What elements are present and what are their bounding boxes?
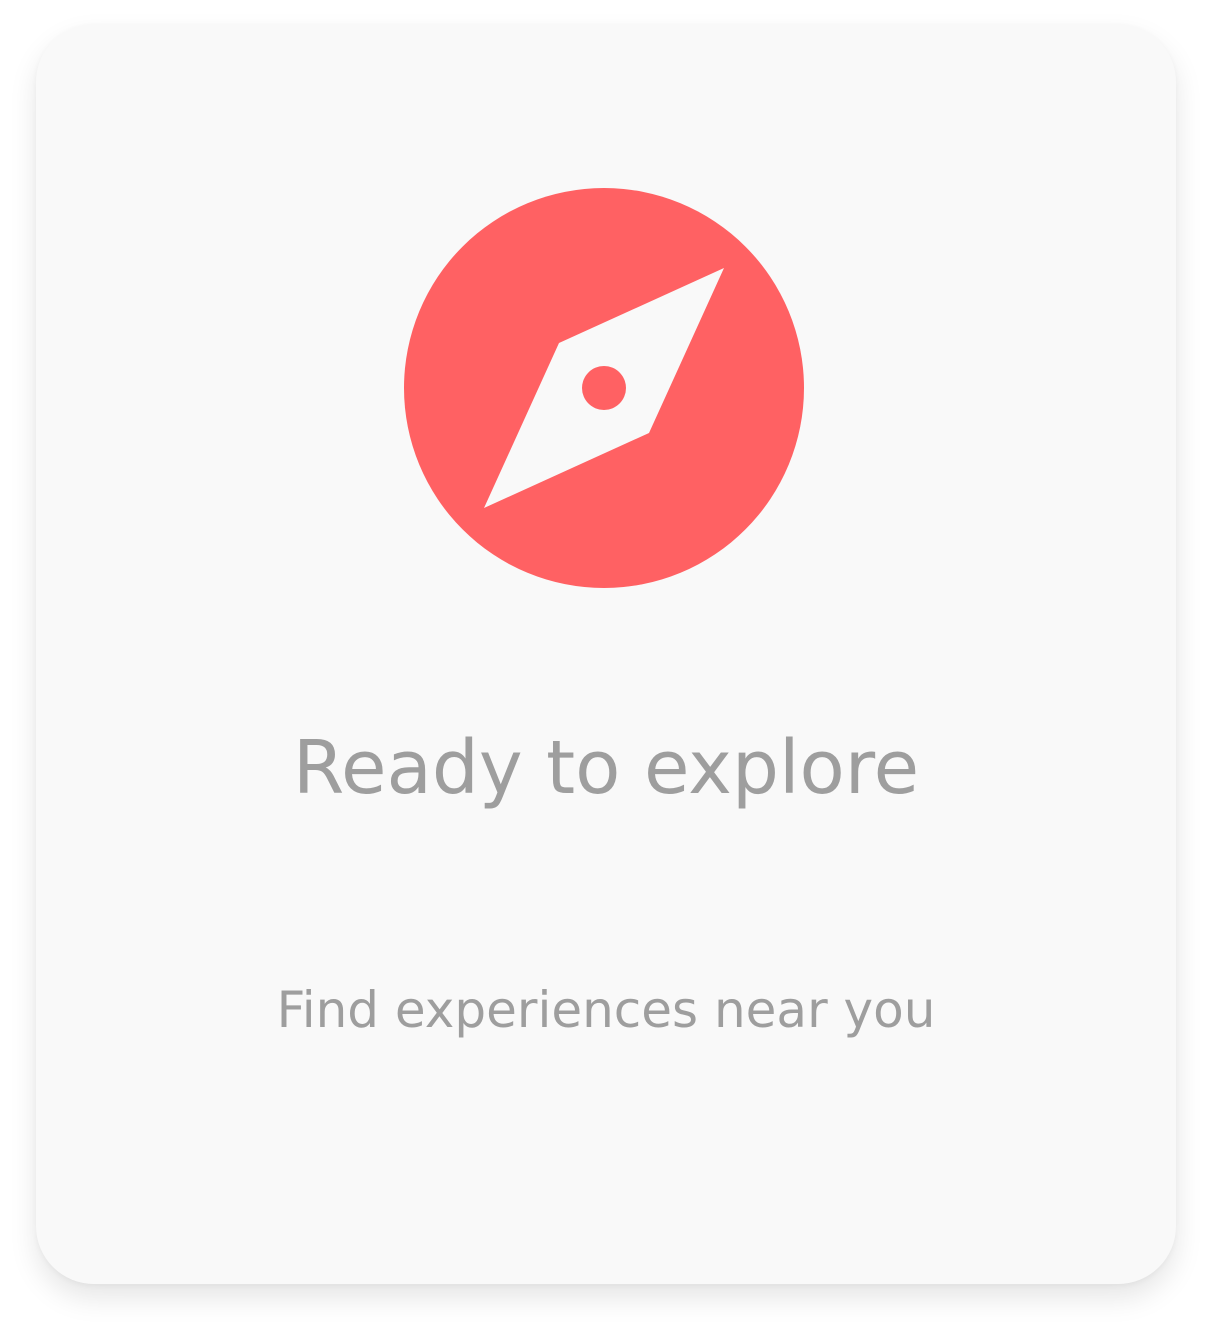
empty-state-title: Ready to explore: [292, 725, 920, 811]
empty-state-card: Ready to explore Find experiences near y…: [36, 24, 1176, 1284]
compass-icon: [404, 188, 804, 588]
empty-state-subtitle: Find experiences near you: [276, 981, 936, 1039]
